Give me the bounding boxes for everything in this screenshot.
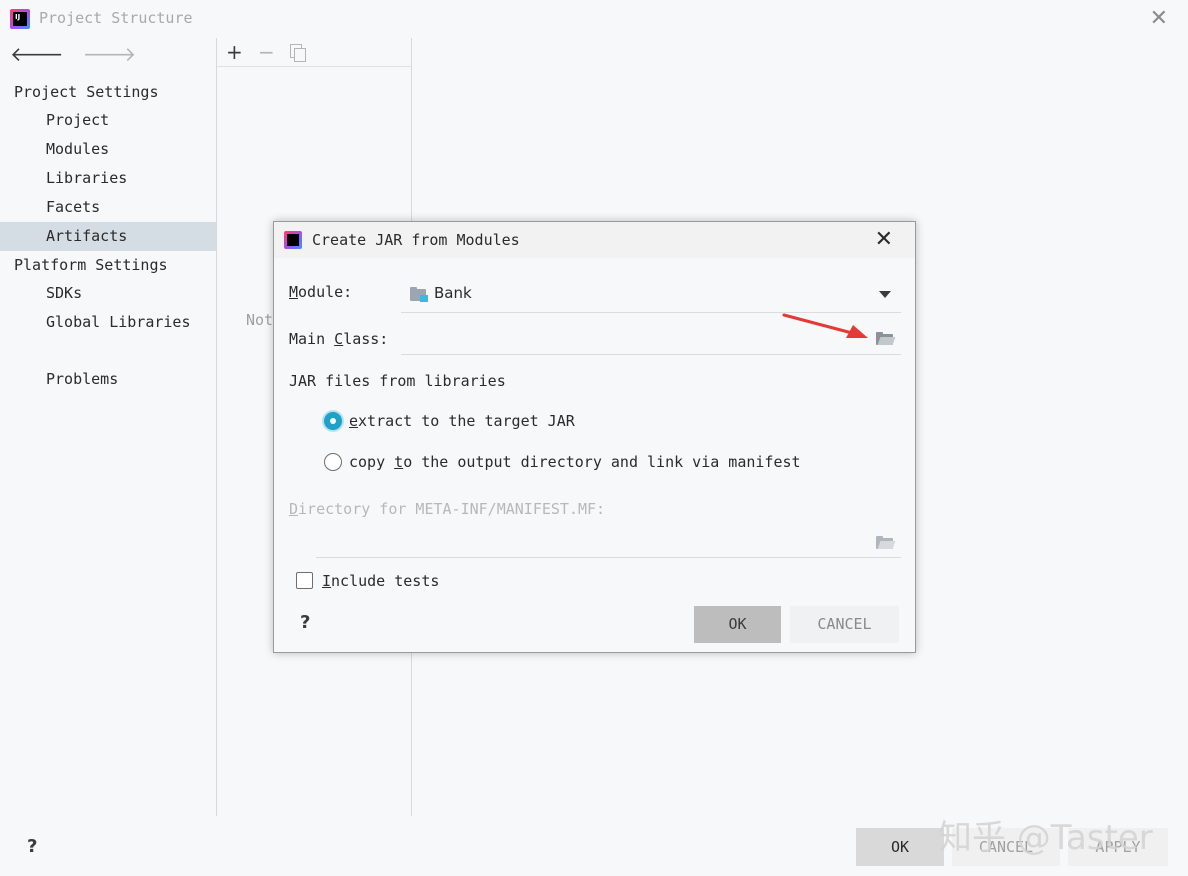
forward-arrow-icon[interactable]: 🡒 — [83, 42, 137, 66]
jar-files-label: JAR files from libraries — [289, 372, 506, 390]
module-dropdown[interactable]: Bank — [401, 277, 901, 313]
module-folder-icon — [410, 287, 428, 302]
artifacts-toolbar: + − — [217, 38, 411, 67]
dialog-title: Create JAR from Modules — [312, 231, 520, 249]
chevron-down-icon — [879, 291, 891, 298]
include-tests-checkbox[interactable] — [296, 572, 313, 589]
title-bar: IJ Project Structure ✕ — [0, 0, 1188, 38]
empty-state-text: Not — [246, 311, 274, 329]
sidebar-section-project-settings: Project Settings — [14, 83, 159, 101]
include-tests-label[interactable]: Include tests — [322, 572, 439, 590]
sidebar-item-sdks[interactable]: SDKs — [0, 279, 216, 308]
sidebar-section-platform-settings: Platform Settings — [14, 256, 168, 274]
copy-radio[interactable] — [324, 453, 342, 471]
remove-artifact-button[interactable]: − — [258, 40, 275, 64]
sidebar-item-global-libraries[interactable]: Global Libraries — [0, 308, 216, 337]
sidebar-item-libraries[interactable]: Libraries — [0, 164, 216, 193]
copy-option-label[interactable]: copy to the output directory and link vi… — [349, 453, 801, 471]
extract-option-label[interactable]: extract to the target JAR — [349, 412, 575, 430]
sidebar-item-facets[interactable]: Facets — [0, 193, 216, 222]
create-jar-dialog: Create JAR from Modules ✕ Module: Bank M… — [273, 221, 916, 653]
manifest-directory-label: Directory for META-INF/MANIFEST.MF: — [289, 500, 606, 518]
browse-manifest-folder-icon[interactable] — [876, 536, 896, 549]
dialog-ok-button[interactable]: OK — [694, 606, 781, 643]
sidebar: Project Settings Project Modules Librari… — [0, 78, 216, 394]
dialog-close-button[interactable]: ✕ — [875, 227, 893, 252]
ok-button[interactable]: OK — [856, 828, 944, 866]
module-value: Bank — [434, 284, 472, 302]
help-button[interactable]: ? — [27, 836, 37, 857]
browse-folder-icon[interactable] — [876, 332, 896, 345]
copy-icon[interactable] — [290, 44, 306, 62]
add-artifact-button[interactable]: + — [226, 40, 243, 64]
intellij-logo-icon — [284, 231, 302, 249]
main-class-label: Main Class: — [289, 330, 389, 348]
sidebar-divider — [216, 38, 217, 816]
module-label: Module: — [289, 283, 353, 301]
intellij-logo-icon: IJ — [10, 9, 30, 29]
manifest-directory-input[interactable] — [316, 524, 901, 558]
watermark: 知乎 @Taster — [938, 818, 1153, 858]
sidebar-item-artifacts[interactable]: Artifacts — [0, 222, 216, 251]
close-window-button[interactable]: ✕ — [1150, 6, 1168, 31]
sidebar-item-modules[interactable]: Modules — [0, 135, 216, 164]
navigation-arrows: 🡐 🡒 — [10, 42, 146, 66]
sidebar-item-project[interactable]: Project — [0, 106, 216, 135]
back-arrow-icon[interactable]: 🡐 — [10, 42, 64, 66]
main-class-input[interactable] — [401, 321, 901, 355]
sidebar-item-problems[interactable]: Problems — [0, 365, 216, 394]
extract-radio[interactable] — [324, 412, 342, 430]
window-title: Project Structure — [39, 9, 193, 27]
dialog-title-bar: Create JAR from Modules ✕ — [274, 222, 915, 258]
dialog-cancel-button[interactable]: CANCEL — [790, 606, 899, 643]
dialog-help-button[interactable]: ? — [300, 612, 310, 633]
